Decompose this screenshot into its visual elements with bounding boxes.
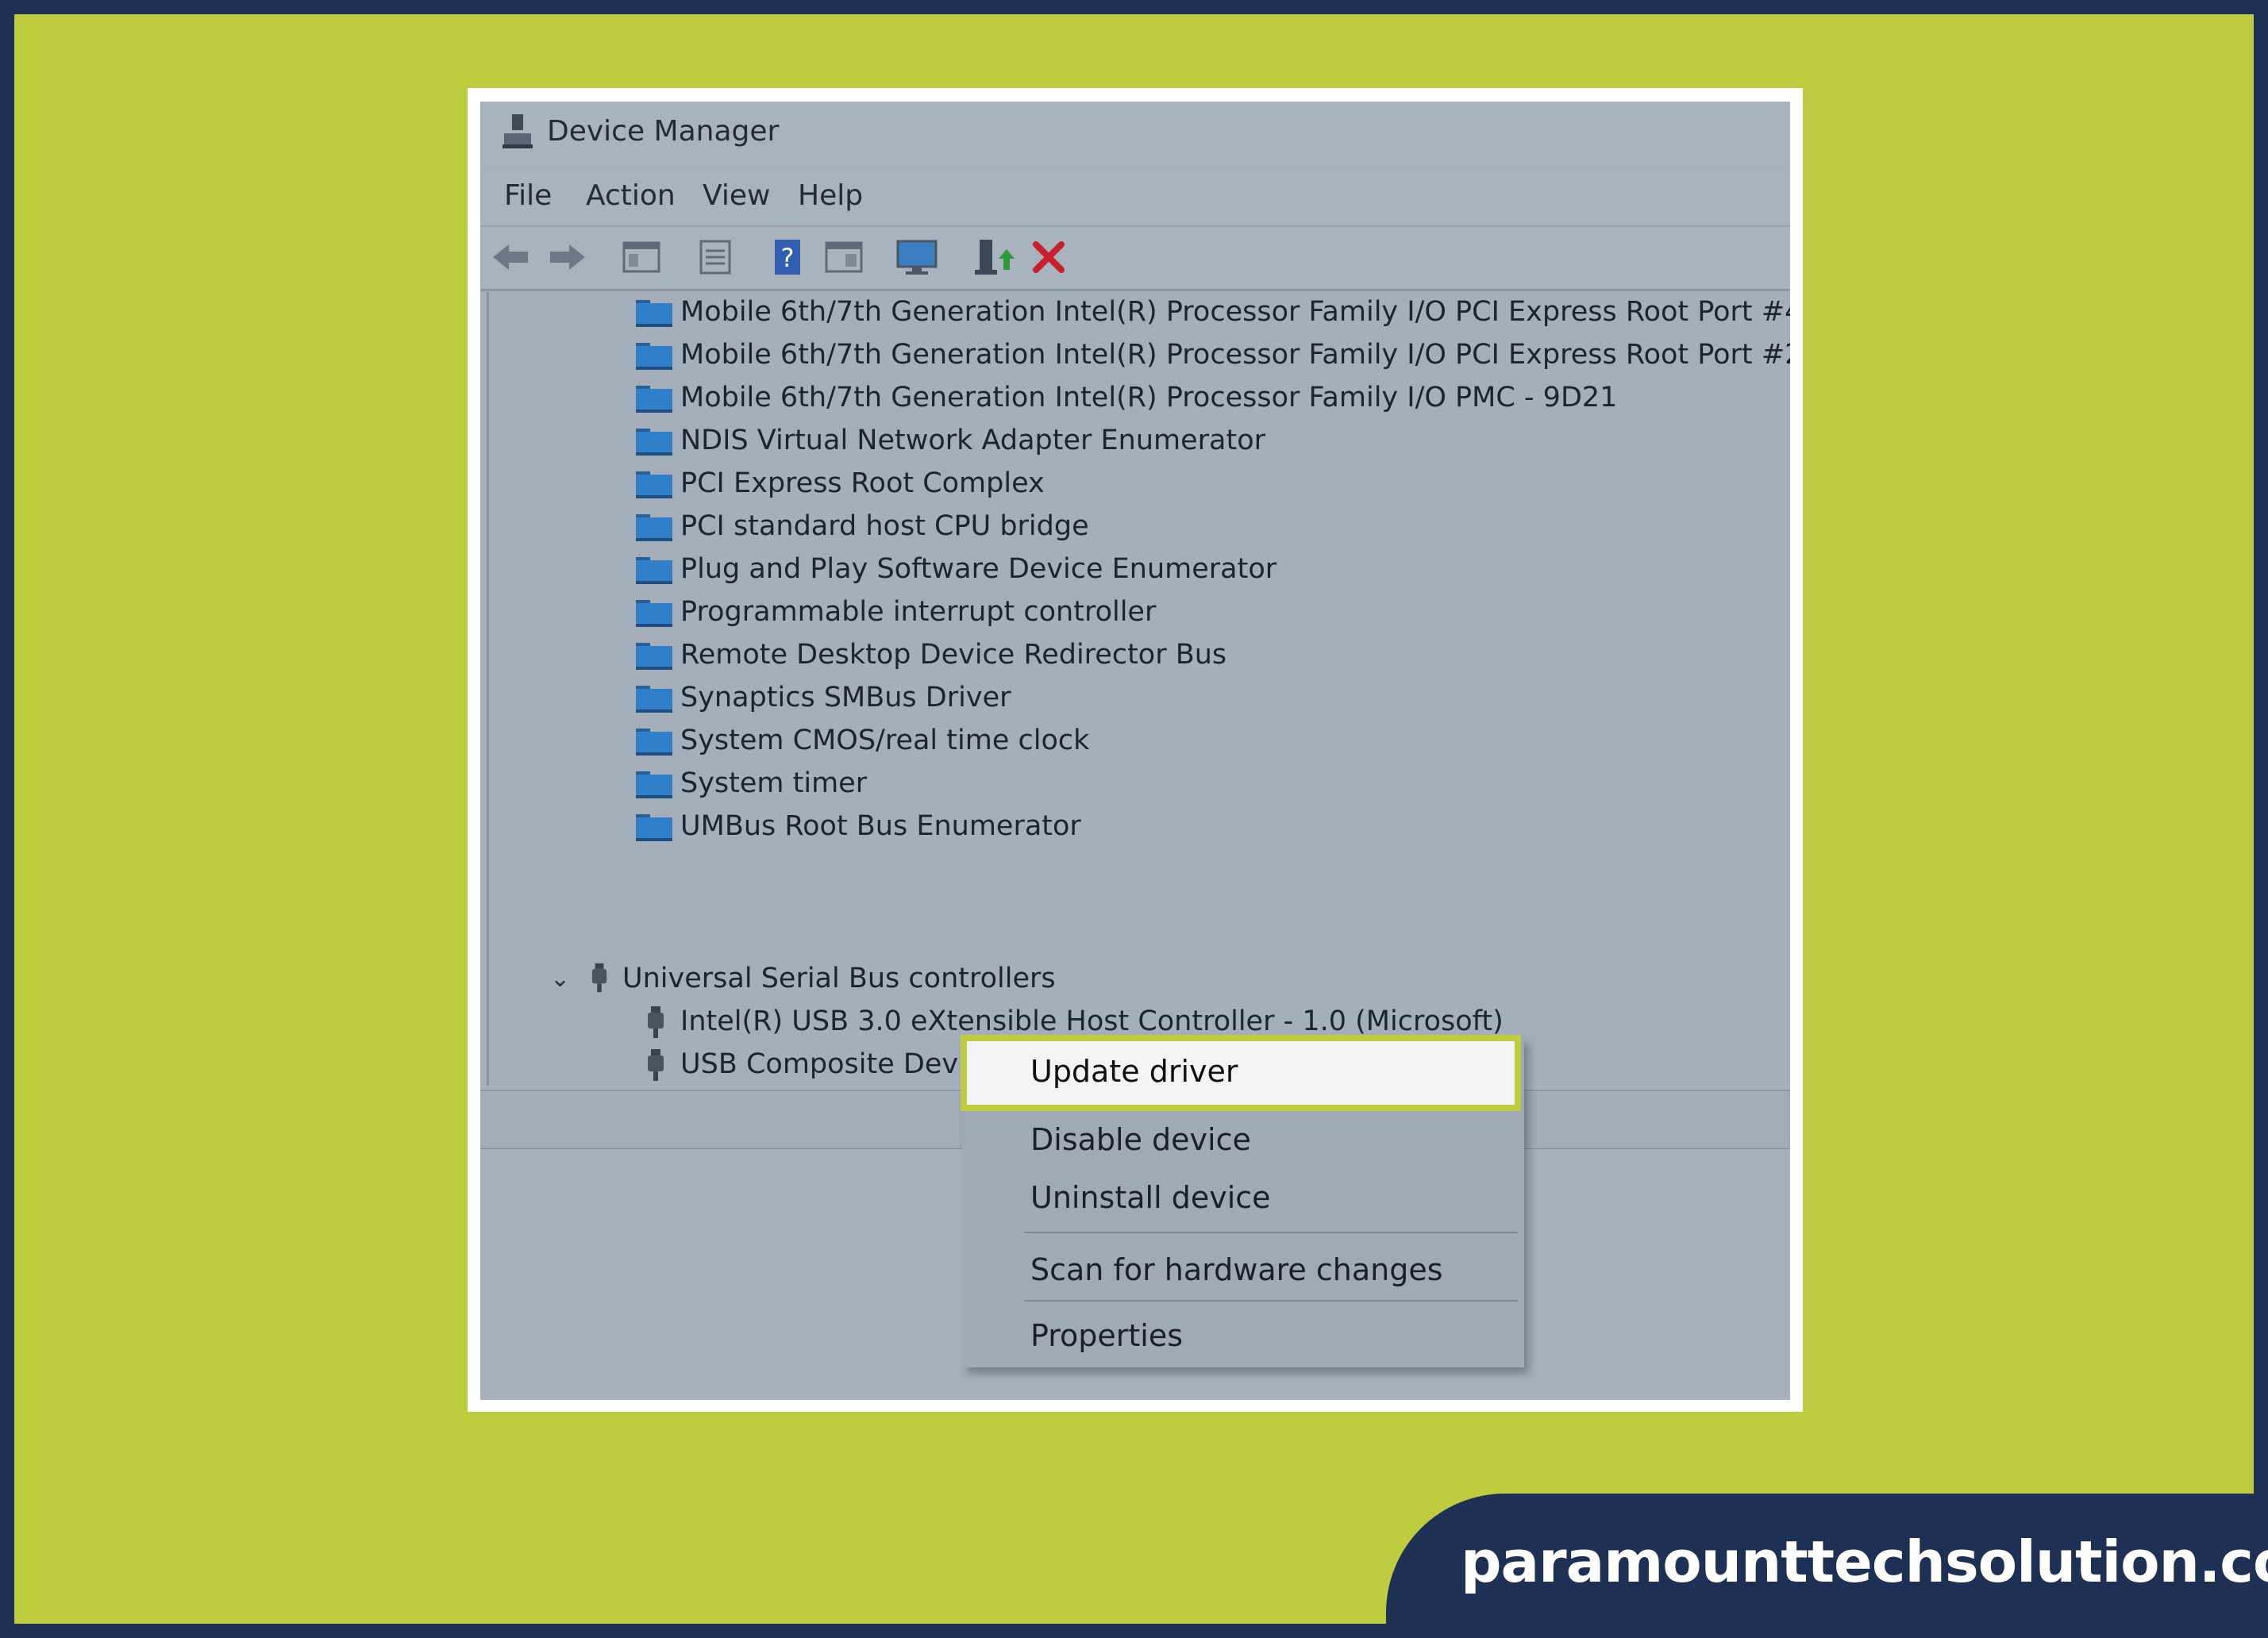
window-title: Device Manager <box>547 115 780 148</box>
system-device-icon <box>634 425 674 457</box>
toolbar: ? <box>480 227 1790 291</box>
usb-icon <box>591 963 607 993</box>
device-row[interactable]: PCI standard host CPU bridge <box>634 508 1785 548</box>
scan-hardware-label: Scan for hardware changes <box>1030 1252 1443 1287</box>
disable-device-label: Disable device <box>1030 1122 1251 1157</box>
device-tree: Mobile 6th/7th Generation Intel(R) Proce… <box>487 292 1790 1168</box>
usb-category-row[interactable]: ⌄ Universal Serial Bus controllers <box>537 960 1092 1000</box>
scan-monitor-icon[interactable] <box>895 235 939 279</box>
system-device-icon <box>634 297 674 329</box>
menu-bar: File Action View Help <box>480 170 1790 227</box>
system-device-icon <box>634 768 674 800</box>
system-device-icon <box>634 597 674 629</box>
device-row[interactable]: System CMOS/real time clock <box>634 722 1785 762</box>
device-label: NDIS Virtual Network Adapter Enumerator <box>680 425 1265 456</box>
system-device-icon <box>634 511 674 543</box>
system-device-icon <box>634 554 674 586</box>
menu-separator <box>1024 1300 1518 1302</box>
properties-menu-item[interactable]: Properties <box>962 1307 1524 1364</box>
uninstall-device-label: Uninstall device <box>1030 1180 1271 1215</box>
svg-text:?: ? <box>781 243 795 273</box>
menu-view[interactable]: View <box>703 179 770 212</box>
system-device-icon <box>634 383 674 414</box>
device-label: PCI Express Root Complex <box>680 467 1045 499</box>
device-label: Mobile 6th/7th Generation Intel(R) Proce… <box>680 296 1790 328</box>
action-pane-icon[interactable] <box>822 235 866 279</box>
usb-icon <box>644 1048 668 1081</box>
device-row[interactable]: Programmable interrupt controller <box>634 594 1785 633</box>
device-label: System timer <box>680 767 868 799</box>
system-device-icon <box>634 640 674 671</box>
device-row[interactable]: Plug and Play Software Device Enumerator <box>634 551 1785 590</box>
chevron-down-icon[interactable]: ⌄ <box>550 965 570 993</box>
menu-action[interactable]: Action <box>586 179 676 212</box>
update-driver-menu-item[interactable]: Update driver <box>961 1035 1521 1111</box>
device-row[interactable]: System timer <box>634 765 1785 805</box>
device-label: Remote Desktop Device Redirector Bus <box>680 639 1227 671</box>
device-label: Programmable interrupt controller <box>680 596 1157 628</box>
device-row[interactable]: NDIS Virtual Network Adapter Enumerator <box>634 422 1785 462</box>
system-device-icon <box>634 340 674 371</box>
device-label: USB Composite Device <box>680 1048 999 1080</box>
device-row[interactable]: Mobile 6th/7th Generation Intel(R) Proce… <box>634 379 1785 419</box>
menu-help[interactable]: Help <box>798 179 863 212</box>
device-label: Mobile 6th/7th Generation Intel(R) Proce… <box>680 339 1790 371</box>
device-label: UMBus Root Bus Enumerator <box>680 810 1081 842</box>
device-row[interactable]: Mobile 6th/7th Generation Intel(R) Proce… <box>634 336 1790 376</box>
usb-icon <box>644 1005 668 1038</box>
menu-separator <box>1024 1232 1518 1233</box>
help-icon[interactable]: ? <box>765 235 810 279</box>
system-device-icon <box>634 811 674 843</box>
context-menu: Update driver Disable device Uninstall d… <box>961 1035 1524 1367</box>
console-tree-icon[interactable] <box>619 235 664 279</box>
usb-category-label: Universal Serial Bus controllers <box>622 963 1056 994</box>
device-row[interactable]: Remote Desktop Device Redirector Bus <box>634 636 1785 676</box>
device-label: System CMOS/real time clock <box>680 725 1090 756</box>
device-label: Plug and Play Software Device Enumerator <box>680 553 1277 585</box>
back-arrow-icon[interactable] <box>488 235 533 279</box>
properties-label: Properties <box>1030 1318 1184 1353</box>
disable-device-menu-item[interactable]: Disable device <box>962 1111 1524 1168</box>
device-label: Mobile 6th/7th Generation Intel(R) Proce… <box>680 382 1618 413</box>
system-device-icon <box>634 725 674 757</box>
device-row[interactable]: Synaptics SMBus Driver <box>634 679 1785 719</box>
forward-arrow-icon[interactable] <box>545 235 590 279</box>
device-manager-icon <box>503 114 533 148</box>
device-label: PCI standard host CPU bridge <box>680 510 1089 542</box>
system-device-icon <box>634 468 674 500</box>
uninstall-x-icon[interactable] <box>1026 235 1071 279</box>
title-bar: Device Manager <box>480 102 1790 163</box>
device-label: Intel(R) USB 3.0 eXtensible Host Control… <box>680 1005 1504 1037</box>
device-label: Synaptics SMBus Driver <box>680 682 1011 713</box>
device-row[interactable]: Mobile 6th/7th Generation Intel(R) Proce… <box>634 294 1790 333</box>
properties-icon[interactable] <box>693 235 737 279</box>
menu-file[interactable]: File <box>504 179 552 212</box>
device-row[interactable]: PCI Express Root Complex <box>634 465 1785 505</box>
brand-website: paramounttechsolution.com <box>1461 1528 2268 1595</box>
device-row[interactable]: UMBus Root Bus Enumerator <box>634 808 1785 848</box>
update-driver-icon[interactable] <box>970 235 1015 279</box>
update-driver-label: Update driver <box>1030 1054 1238 1089</box>
scan-hardware-menu-item[interactable]: Scan for hardware changes <box>962 1241 1524 1298</box>
uninstall-device-menu-item[interactable]: Uninstall device <box>962 1169 1524 1226</box>
system-device-icon <box>634 682 674 714</box>
